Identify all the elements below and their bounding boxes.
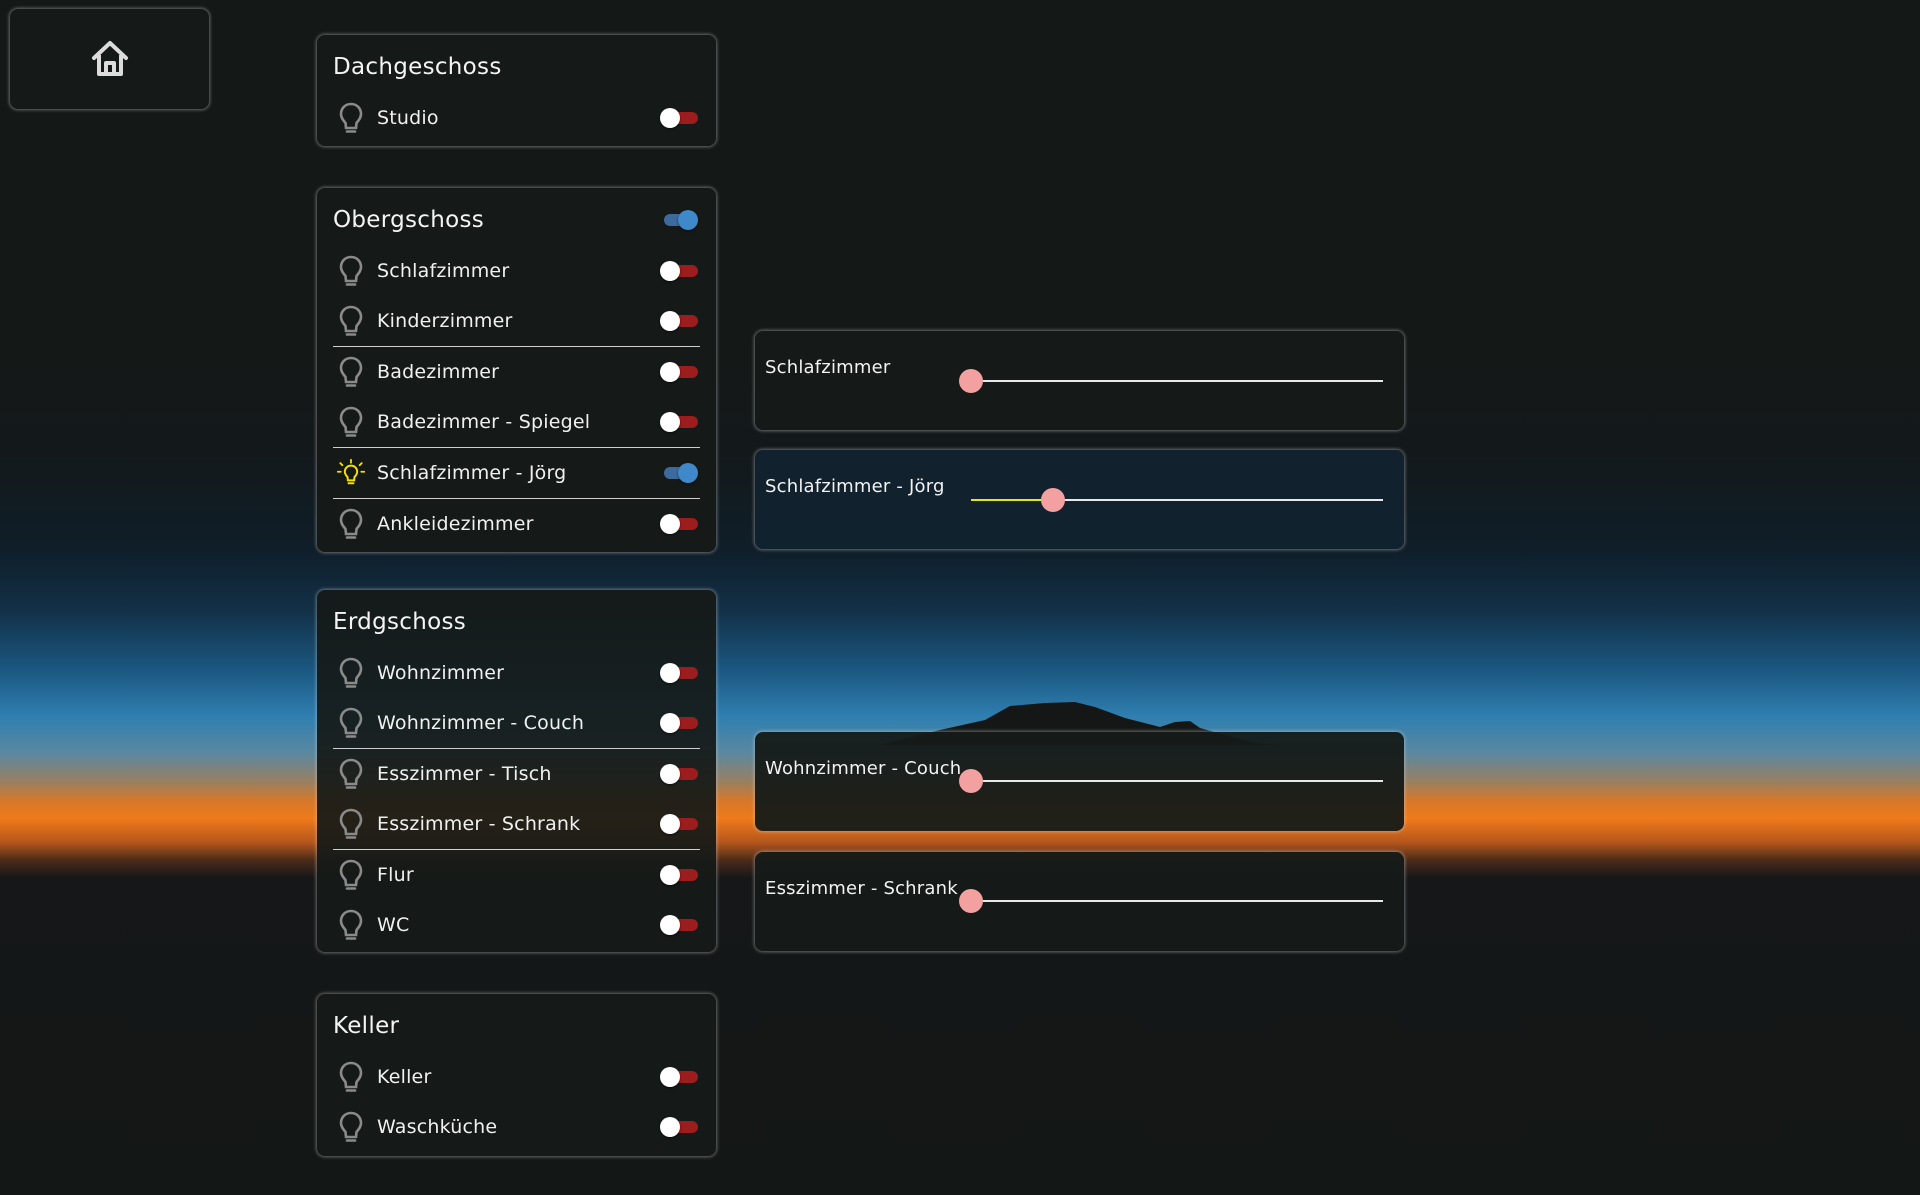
lightbulb-icon	[337, 101, 365, 135]
room-label: Ankleidezimmer	[377, 513, 534, 535]
lightbulb-icon	[337, 254, 365, 288]
dimmer-slider-thumb[interactable]	[959, 769, 983, 793]
room-toggle[interactable]	[660, 813, 698, 835]
dimmer-label: Esszimmer - Schrank	[765, 878, 958, 899]
room-row-esszimmer-tisch[interactable]: Esszimmer - Tisch	[333, 748, 700, 799]
lightbulb-icon	[337, 405, 365, 439]
floor-header: Dachgeschoss	[333, 35, 700, 93]
floor-title: Dachgeschoss	[333, 54, 502, 80]
room-label: Schlafzimmer	[377, 260, 510, 282]
dimmer-label: Wohnzimmer - Couch	[765, 758, 962, 779]
room-label: Esszimmer - Schrank	[377, 813, 581, 835]
dimmer-slider[interactable]	[959, 369, 1383, 393]
dimmer-slider[interactable]	[971, 488, 1383, 512]
dimmer-label: Schlafzimmer - Jörg	[765, 476, 945, 497]
room-label: Flur	[377, 864, 414, 886]
floor-title: Erdgschoss	[333, 609, 467, 635]
room-label: Wohnzimmer - Couch	[377, 712, 585, 734]
room-toggle[interactable]	[660, 260, 698, 282]
lightbulb-icon	[337, 304, 365, 338]
room-label: Schlafzimmer - Jörg	[377, 462, 567, 484]
lightbulb-icon	[337, 656, 365, 690]
room-row-badezimmer-spiegel[interactable]: Badezimmer - Spiegel	[333, 397, 700, 447]
room-toggle[interactable]	[660, 1116, 698, 1138]
room-row-esszimmer-schrank[interactable]: Esszimmer - Schrank	[333, 799, 700, 849]
room-row-wc[interactable]: WC	[333, 900, 700, 950]
room-toggle[interactable]	[660, 712, 698, 734]
dimmer-slider-thumb[interactable]	[959, 889, 983, 913]
room-toggle[interactable]	[660, 763, 698, 785]
floor-header: Obergschoss	[333, 188, 700, 246]
room-row-keller[interactable]: Keller	[333, 1052, 700, 1102]
room-toggle[interactable]	[660, 513, 698, 535]
room-toggle[interactable]	[660, 662, 698, 684]
lightbulb-icon	[337, 507, 365, 541]
room-row-ankleidezimmer[interactable]: Ankleidezimmer	[333, 499, 700, 549]
lightbulb-icon	[337, 807, 365, 841]
room-label: Kinderzimmer	[377, 310, 513, 332]
room-row-schlafzimmer[interactable]: Schlafzimmer	[333, 246, 700, 296]
room-row-waschkueche[interactable]: Waschküche	[333, 1102, 700, 1152]
dimmer-card-esszimmer-schrank: Esszimmer - Schrank	[755, 852, 1404, 951]
room-toggle[interactable]	[660, 411, 698, 433]
room-row-schlafzimmer-joerg[interactable]: Schlafzimmer - Jörg	[333, 447, 700, 499]
room-label: Badezimmer - Spiegel	[377, 411, 591, 433]
lightbulb-icon	[337, 355, 365, 389]
dimmer-slider-thumb[interactable]	[959, 369, 983, 393]
lightbulb-on-icon	[337, 456, 365, 490]
floor-card-obergschoss: Obergschoss Schlafzimmer Kinderzimmer Ba…	[317, 188, 716, 552]
room-row-wohnzimmer-couch[interactable]: Wohnzimmer - Couch	[333, 698, 700, 748]
dimmer-card-schlafzimmer-joerg: Schlafzimmer - Jörg	[755, 450, 1404, 549]
floor-master-toggle[interactable]	[660, 209, 698, 231]
lightbulb-icon	[337, 706, 365, 740]
room-row-wohnzimmer[interactable]: Wohnzimmer	[333, 648, 700, 698]
room-toggle[interactable]	[660, 1066, 698, 1088]
room-toggle[interactable]	[660, 107, 698, 129]
floor-header: Erdgschoss	[333, 590, 700, 648]
room-row-studio[interactable]: Studio	[333, 93, 700, 143]
room-toggle[interactable]	[660, 462, 698, 484]
room-row-badezimmer[interactable]: Badezimmer	[333, 346, 700, 397]
lightbulb-icon	[337, 1110, 365, 1144]
lightbulb-icon	[337, 757, 365, 791]
dimmer-label: Schlafzimmer	[765, 357, 891, 378]
room-toggle[interactable]	[660, 864, 698, 886]
dimmer-card-wohnzimmer-couch: Wohnzimmer - Couch	[755, 732, 1404, 831]
room-row-flur[interactable]: Flur	[333, 849, 700, 900]
room-label: Badezimmer	[377, 361, 500, 383]
lightbulb-icon	[337, 858, 365, 892]
room-label: Waschküche	[377, 1116, 498, 1138]
room-toggle[interactable]	[660, 310, 698, 332]
room-label: Esszimmer - Tisch	[377, 763, 552, 785]
home-icon	[91, 41, 128, 76]
floor-title: Keller	[333, 1013, 400, 1039]
floor-card-erdgschoss: Erdgschoss Wohnzimmer Wohnzimmer - Couch…	[317, 590, 716, 952]
room-toggle[interactable]	[660, 361, 698, 383]
room-row-kinderzimmer[interactable]: Kinderzimmer	[333, 296, 700, 346]
room-toggle[interactable]	[660, 914, 698, 936]
dimmer-slider[interactable]	[959, 769, 1383, 793]
floor-card-keller: Keller Keller Waschküche	[317, 994, 716, 1156]
room-label: Keller	[377, 1066, 432, 1088]
home-button[interactable]	[10, 9, 209, 109]
floor-header: Keller	[333, 994, 700, 1052]
dimmer-slider[interactable]	[959, 889, 1383, 913]
floor-card-dachgeschoss: Dachgeschoss Studio	[317, 35, 716, 146]
room-label: Studio	[377, 107, 439, 129]
lightbulb-icon	[337, 1060, 365, 1094]
room-label: Wohnzimmer	[377, 662, 505, 684]
room-label: WC	[377, 914, 410, 936]
floor-title: Obergschoss	[333, 207, 485, 233]
dimmer-slider-thumb[interactable]	[1041, 488, 1066, 512]
lightbulb-icon	[337, 908, 365, 942]
dimmer-card-schlafzimmer: Schlafzimmer	[755, 331, 1404, 430]
background-mountain-silhouette	[880, 702, 1280, 745]
